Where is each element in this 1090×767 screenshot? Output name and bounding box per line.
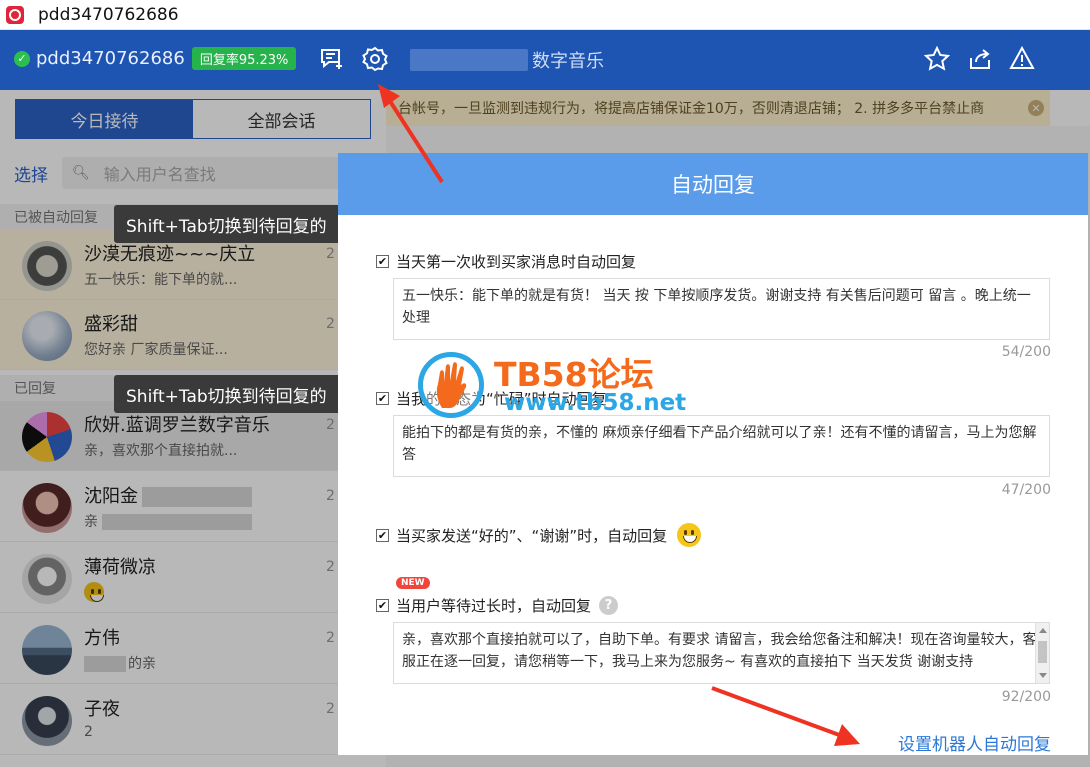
reply-textarea[interactable]: 亲，喜欢那个直接拍就可以了，自助下单。有要求 请留言，我会给您备注和解决！现在咨…	[393, 622, 1050, 684]
window-titlebar: pdd3470762686	[0, 0, 1090, 30]
grin-emoji-icon[interactable]	[677, 523, 702, 547]
robot-auto-reply-link[interactable]: 设置机器人自动回复	[898, 730, 1051, 755]
scroll-down-icon[interactable]	[1039, 673, 1047, 678]
checkbox-checked[interactable]: ✔	[376, 599, 389, 612]
star-icon[interactable]	[923, 45, 951, 72]
reply-textarea[interactable]: 能拍下的都是有货的亲，不懂的 麻烦亲仔细看下产品介绍就可以了亲！还有不懂的请留言…	[393, 415, 1050, 477]
app-logo-icon	[6, 5, 24, 24]
conversation-title: 数字音乐	[410, 47, 604, 73]
conversation-title-text: 数字音乐	[532, 51, 604, 72]
option-busy-status[interactable]: ✔ 当我的状态为“忙碌”时自动回复	[376, 388, 607, 409]
shortcut-tooltip: Shift+Tab切换到待回复的	[114, 375, 364, 413]
reply-text: 亲，喜欢那个直接拍就可以了，自助下单。有要求 请留言，我会给您备注和解决！现在咨…	[402, 632, 1037, 670]
char-count: 47/200	[1001, 482, 1051, 498]
char-count: 54/200	[1001, 344, 1051, 360]
app-window: pdd3470762686 ✓ pdd3470762686 回复率95.23% …	[0, 0, 1090, 767]
scroll-thumb[interactable]	[1038, 641, 1047, 663]
checkbox-checked[interactable]: ✔	[376, 255, 389, 268]
warning-icon[interactable]	[1009, 45, 1035, 72]
checkbox-checked[interactable]: ✔	[376, 392, 389, 405]
checkbox-checked[interactable]: ✔	[376, 528, 389, 542]
quick-reply-icon[interactable]	[319, 46, 345, 72]
window-title: pdd3470762686	[38, 4, 179, 25]
option-label: 当天第一次收到买家消息时自动回复	[396, 253, 637, 271]
reply-rate-badge: 回复率95.23%	[191, 47, 297, 70]
settings-gear-icon[interactable]	[362, 46, 388, 72]
new-badge: NEW	[396, 577, 430, 589]
online-status-icon: ✓	[14, 50, 30, 67]
account-name: pdd3470762686	[36, 48, 185, 69]
option-label: 当买家发送“好的”、“谢谢”时，自动回复	[396, 526, 668, 545]
char-count: 92/200	[1001, 689, 1051, 705]
option-label: 当我的状态为“忙碌”时自动回复	[396, 390, 607, 408]
shortcut-tooltip: Shift+Tab切换到待回复的	[114, 205, 364, 243]
dialog-title: 自动回复	[338, 153, 1088, 215]
scroll-up-icon[interactable]	[1039, 628, 1047, 633]
help-question-icon[interactable]: ?	[599, 596, 619, 615]
account-info: ✓ pdd3470762686 回复率95.23%	[14, 47, 297, 70]
option-label: 当用户等待过长时，自动回复	[396, 597, 592, 615]
auto-reply-dialog: 自动回复 ✔ 当天第一次收到买家消息时自动回复 五一快乐：能下单的就是有货！ 当…	[338, 153, 1088, 755]
option-first-message[interactable]: ✔ 当天第一次收到买家消息时自动回复	[376, 251, 636, 272]
textarea-scrollbar[interactable]	[1035, 623, 1049, 683]
top-header: ✓ pdd3470762686 回复率95.23% 数字音乐	[0, 30, 1090, 90]
transfer-icon[interactable]	[967, 46, 993, 72]
reply-textarea[interactable]: 五一快乐：能下单的就是有货！ 当天 按 下单按顺序发货。谢谢支持 有关售后问题可…	[393, 278, 1050, 340]
option-long-wait[interactable]: ✔ 当用户等待过长时，自动回复 ?	[376, 595, 619, 616]
option-thanks-reply[interactable]: ✔ 当买家发送“好的”、“谢谢”时，自动回复	[376, 523, 702, 547]
redacted-block	[410, 49, 528, 71]
